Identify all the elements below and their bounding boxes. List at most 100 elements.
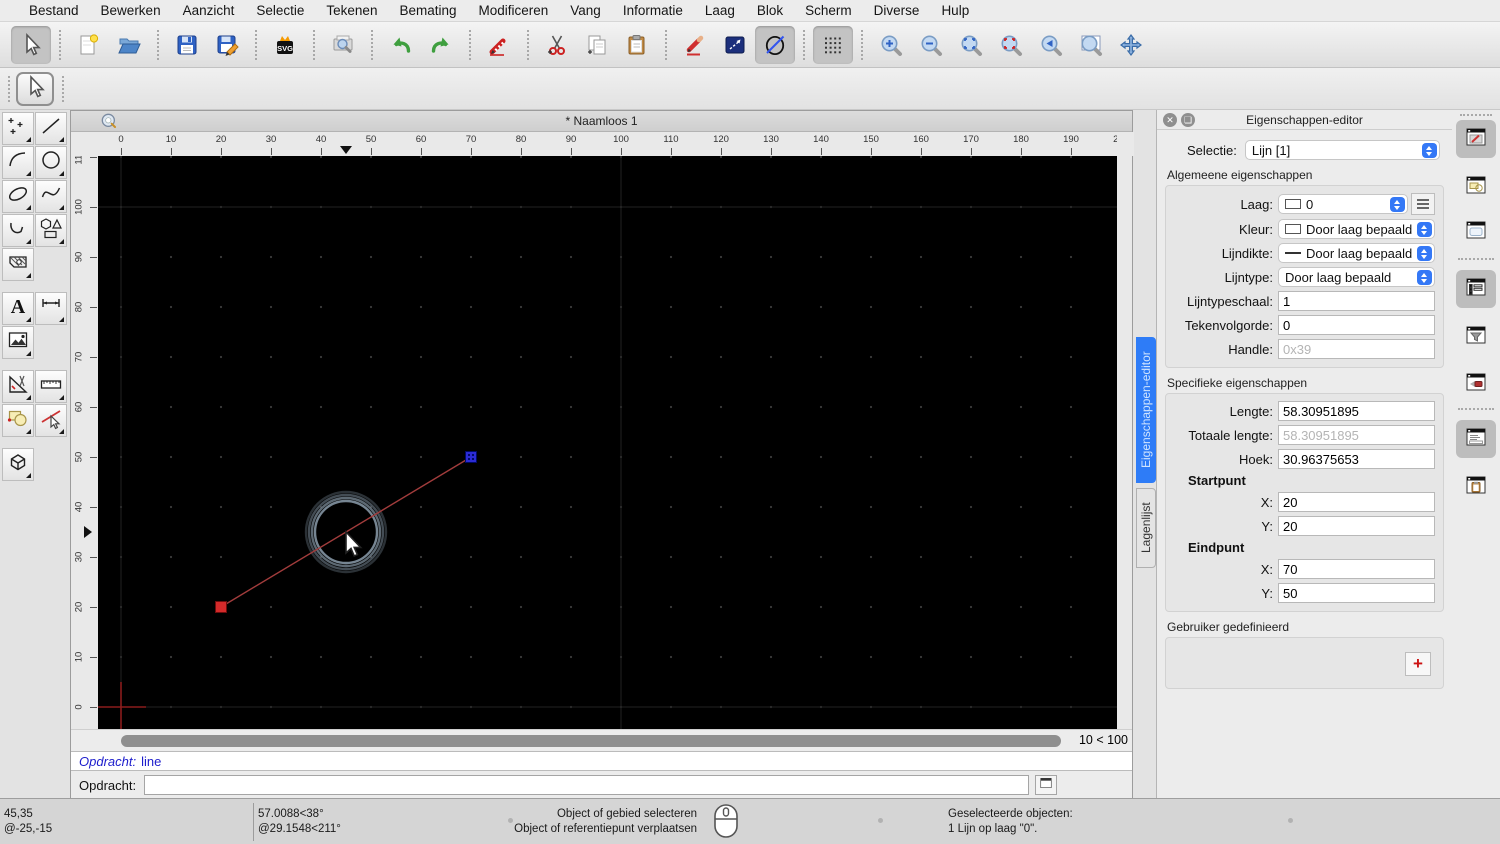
toolbar-drag-handle[interactable] [62, 76, 64, 102]
layer-dropdown[interactable]: 0 [1278, 194, 1408, 214]
menu-item-vang[interactable]: Vang [559, 3, 612, 18]
lineweight-dropdown[interactable]: Door laag bepaald [1278, 243, 1435, 263]
menu-item-scherm[interactable]: Scherm [794, 3, 863, 18]
open-file-button[interactable] [109, 26, 149, 64]
block-list-toggle[interactable] [1456, 168, 1496, 206]
selection-filter-toggle[interactable] [1456, 318, 1496, 356]
menu-item-diverse[interactable]: Diverse [863, 3, 931, 18]
v-ruler-cursor-marker [84, 526, 92, 538]
modify-tool-button[interactable] [35, 404, 67, 437]
menu-item-bemating[interactable]: Bemating [388, 3, 467, 18]
zoomauto-icon [959, 33, 983, 57]
end-x-field-label: X: [1260, 561, 1273, 577]
color-dropdown[interactable]: Door laag bepaald [1278, 219, 1435, 239]
selection-arrow-button[interactable] [11, 25, 51, 64]
menu-item-tekenen[interactable]: Tekenen [315, 3, 388, 18]
length-field[interactable] [1278, 401, 1435, 421]
dimension-tool-button[interactable] [35, 292, 67, 325]
menu-item-modificeren[interactable]: Modificeren [468, 3, 560, 18]
draw-button[interactable] [675, 26, 715, 64]
svg-export-button[interactable]: SVG [265, 26, 305, 64]
angle-field-label: Hoek: [1239, 451, 1273, 467]
v-ruler-label: 20 [73, 601, 85, 613]
point-tool-button[interactable] [2, 112, 34, 145]
misc-draw-tool-button[interactable] [2, 370, 34, 403]
v-ruler-label: 60 [73, 401, 85, 413]
start-y-field[interactable] [1278, 516, 1435, 536]
selection-pointer-button[interactable] [16, 72, 54, 106]
line-settings-button[interactable] [715, 26, 755, 64]
command-panel-button[interactable] [1035, 775, 1058, 795]
block-tool-button[interactable] [2, 404, 34, 437]
shape-tool-button[interactable] [35, 214, 67, 247]
scrollbar-thumb[interactable] [121, 735, 1061, 747]
property-editor-toggle[interactable] [1456, 120, 1496, 158]
solid-tool-button[interactable] [2, 448, 34, 481]
toolbar-separator [803, 29, 805, 60]
angle-field[interactable] [1278, 449, 1435, 469]
start-x-field[interactable] [1278, 492, 1435, 512]
end-y-field[interactable] [1278, 583, 1435, 603]
library-browser-toggle[interactable] [1456, 365, 1496, 403]
zoom-selection-button[interactable] [991, 26, 1031, 64]
linetype-scale-field[interactable] [1278, 291, 1435, 311]
copy-button[interactable] [577, 26, 617, 64]
selection-dropdown[interactable]: Lijn [1] [1244, 140, 1440, 160]
draw-order-field[interactable] [1278, 315, 1435, 335]
menu-item-hulp[interactable]: Hulp [930, 3, 980, 18]
zoom-in-button[interactable] [871, 26, 911, 64]
end-x-field[interactable] [1278, 559, 1435, 579]
image-tool-button[interactable] [2, 326, 34, 359]
menu-item-laag[interactable]: Laag [694, 3, 746, 18]
zoom-window-button[interactable] [1071, 26, 1111, 64]
linetype-dropdown[interactable]: Door laag bepaald [1278, 267, 1435, 287]
paste-button[interactable] [617, 26, 657, 64]
arc-tool-button[interactable] [2, 146, 34, 179]
clipboard-toggle[interactable] [1456, 468, 1496, 506]
tab-layer-list[interactable]: Lagenlijst [1136, 488, 1156, 568]
menu-item-blok[interactable]: Blok [746, 3, 794, 18]
measure-tool-button[interactable] [35, 370, 67, 403]
v-ruler-tick [90, 657, 97, 658]
auto-zoom-button[interactable] [951, 26, 991, 64]
pan-button[interactable] [1111, 26, 1151, 64]
command-line-toggle[interactable] [1456, 420, 1496, 458]
properties-panel-header: ✕ ❏ Eigenschappen-editor [1157, 110, 1452, 130]
save-button[interactable] [167, 26, 207, 64]
new-document-button[interactable] [69, 26, 109, 64]
tab-properties-editor[interactable]: Eigenschappen-editor [1136, 337, 1156, 483]
menu-item-bewerken[interactable]: Bewerken [90, 3, 172, 18]
grid-toggle-button[interactable] [813, 25, 853, 64]
line-tool-button[interactable] [35, 112, 67, 145]
circle-tool-button[interactable] [35, 146, 67, 179]
qcad-application: Bestand Bewerken Aanzicht Selectie Tekenen Be… [0, 0, 1500, 844]
layer-menu-button[interactable] [1411, 193, 1435, 215]
general-section-label: Algemeene eigenschappen [1167, 168, 1313, 182]
layer-list-toggle[interactable] [1456, 270, 1496, 308]
previous-view-button[interactable] [1031, 26, 1071, 64]
polyline-tool-button[interactable] [2, 214, 34, 247]
hatch-tool-button[interactable] [2, 248, 34, 281]
menu-item-informatie[interactable]: Informatie [612, 3, 694, 18]
zoom-out-button[interactable] [911, 26, 951, 64]
menu-item-aanzicht[interactable]: Aanzicht [172, 3, 246, 18]
save-as-button[interactable] [207, 26, 247, 64]
delete-button[interactable] [479, 26, 519, 64]
redo-button[interactable] [421, 26, 461, 64]
toolbar-drag-handle[interactable] [8, 76, 10, 102]
dock-drag-handle[interactable] [1460, 114, 1492, 116]
h-ruler-tick [571, 148, 572, 155]
command-input[interactable] [144, 775, 1030, 795]
spline-tool-button[interactable] [35, 180, 67, 213]
drawing-canvas[interactable] [98, 156, 1119, 729]
ellipse-tool-button[interactable] [2, 180, 34, 213]
text-tool-button[interactable]: A [2, 292, 34, 325]
cut-button[interactable] [537, 26, 577, 64]
menu-item-bestand[interactable]: Bestand [18, 3, 90, 18]
view-list-toggle[interactable] [1456, 213, 1496, 251]
undo-button[interactable] [381, 26, 421, 64]
ellipse-line-button[interactable] [755, 25, 795, 64]
print-preview-button[interactable] [323, 26, 363, 64]
add-property-button[interactable]: + [1405, 652, 1431, 676]
menu-item-selectie[interactable]: Selectie [245, 3, 315, 18]
